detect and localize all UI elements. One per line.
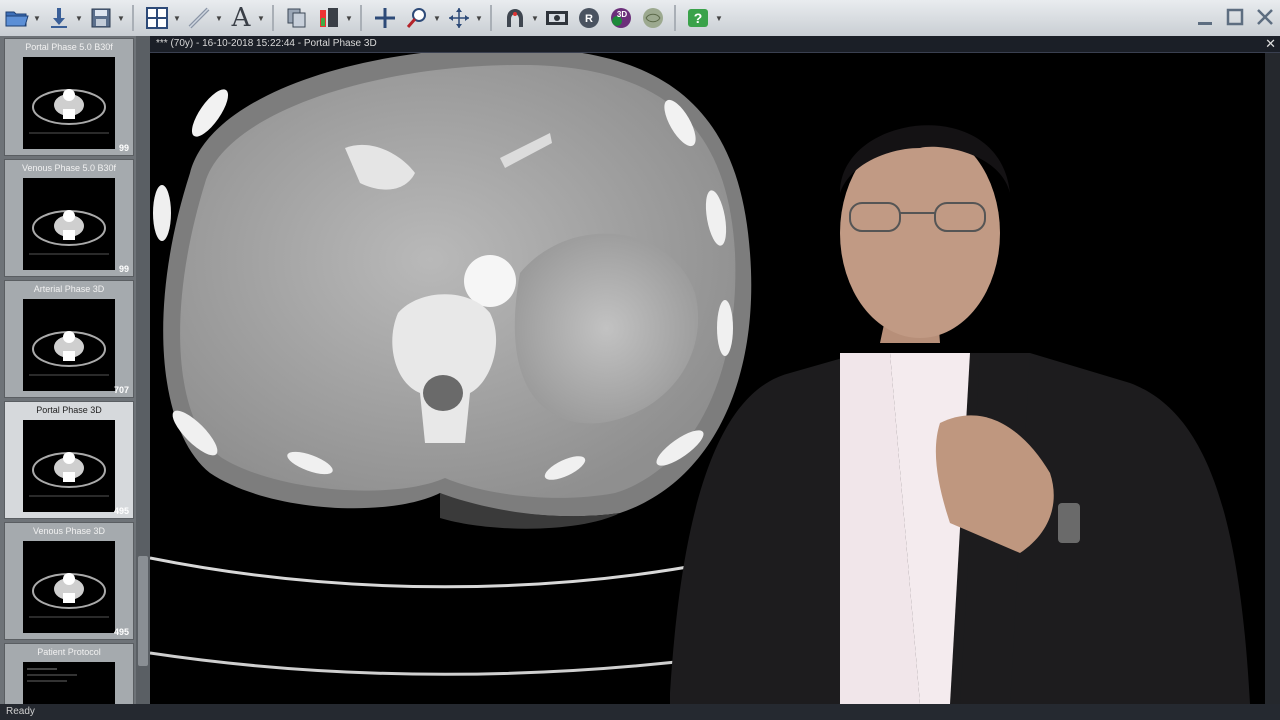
series-label: Arterial Phase 3D (33, 284, 105, 294)
close-icon[interactable] (1250, 0, 1280, 34)
chevron-down-icon[interactable]: ▼ (432, 14, 442, 23)
pan-icon[interactable] (444, 3, 474, 33)
series-thumbnail[interactable]: Patient Protocol (4, 643, 134, 705)
viewer-scrollbar[interactable] (1265, 53, 1280, 704)
series-thumbnail[interactable]: Portal Phase 5.0 B30f 99 (4, 38, 134, 156)
image-count: 707 (113, 385, 129, 395)
series-thumbnail[interactable]: Venous Phase 5.0 B30f 99 (4, 159, 134, 277)
chevron-down-icon[interactable]: ▼ (530, 14, 540, 23)
3d-icon[interactable]: 3D (606, 3, 636, 33)
status-bar: Ready (0, 704, 1280, 720)
series-preview-image (23, 178, 115, 270)
download-icon[interactable] (44, 3, 74, 33)
help-icon[interactable]: ? (684, 3, 714, 33)
series-label: Patient Protocol (37, 647, 101, 657)
copy-icon[interactable] (282, 3, 312, 33)
image-count: 495 (113, 627, 129, 637)
ct-scan-image (150, 53, 1250, 704)
toolbar-divider (674, 5, 676, 31)
chevron-down-icon[interactable]: ▼ (74, 14, 84, 23)
toolbar-divider (272, 5, 274, 31)
toolbar: ▼ ▼ ▼ ▼ ▼ A ▼ ▼ ▼ ▼ ▼ R 3D ? ▼ (0, 0, 1280, 37)
image-count: 495 (113, 506, 129, 516)
series-preview-image (23, 541, 115, 633)
series-label: Portal Phase 5.0 B30f (25, 42, 113, 52)
maximize-icon[interactable] (1220, 0, 1250, 34)
save-icon[interactable] (86, 3, 116, 33)
status-text: Ready (6, 706, 35, 717)
measure-icon[interactable] (184, 3, 214, 33)
crosshair-icon[interactable] (370, 3, 400, 33)
series-thumbnail[interactable]: Arterial Phase 3D 707 (4, 280, 134, 398)
series-preview-image (23, 420, 115, 512)
svg-text:R: R (585, 13, 593, 25)
series-preview-image (23, 57, 115, 149)
window-controls (1190, 0, 1280, 36)
series-label: Portal Phase 3D (36, 405, 102, 415)
r-icon[interactable]: R (574, 3, 604, 33)
layout-grid-icon[interactable] (142, 3, 172, 33)
chevron-down-icon[interactable]: ▼ (116, 14, 126, 23)
text-annotation-icon[interactable]: A (226, 3, 256, 33)
chevron-down-icon[interactable]: ▼ (474, 14, 484, 23)
series-thumbnail[interactable]: Venous Phase 3D 495 (4, 522, 134, 640)
open-folder-icon[interactable] (2, 3, 32, 33)
svg-text:?: ? (694, 10, 703, 26)
sidebar-scrollbar[interactable] (136, 36, 150, 704)
viewer-header: *** (70y) - 16-10-2018 15:22:44 - Portal… (150, 36, 1280, 53)
mpr-icon[interactable] (500, 3, 530, 33)
series-sidebar: Portal Phase 5.0 B30f 99 Venous Phase 5.… (0, 36, 150, 705)
image-count: 99 (118, 264, 129, 274)
chevron-down-icon[interactable]: ▼ (32, 14, 42, 23)
zoom-icon[interactable] (402, 3, 432, 33)
globe-icon[interactable] (638, 3, 668, 33)
minimize-icon[interactable] (1190, 0, 1220, 34)
window-level-icon[interactable] (314, 3, 344, 33)
screenshot-icon[interactable] (542, 3, 572, 33)
chevron-down-icon[interactable]: ▼ (714, 14, 724, 23)
series-label: Venous Phase 3D (32, 526, 106, 536)
image-viewport[interactable] (150, 53, 1265, 704)
toolbar-divider (360, 5, 362, 31)
chevron-down-icon[interactable]: ▼ (256, 14, 266, 23)
svg-text:3D: 3D (617, 10, 627, 19)
series-preview-image (23, 299, 115, 391)
viewer-title: *** (70y) - 16-10-2018 15:22:44 - Portal… (156, 38, 377, 49)
series-thumbnail-selected[interactable]: Portal Phase 3D 495 (4, 401, 134, 519)
protocol-preview-image (23, 662, 115, 704)
viewer-close-icon[interactable]: ✕ (1265, 36, 1276, 52)
chevron-down-icon[interactable]: ▼ (172, 14, 182, 23)
scrollbar-thumb[interactable] (138, 556, 148, 666)
toolbar-divider (490, 5, 492, 31)
series-label: Venous Phase 5.0 B30f (21, 163, 117, 173)
chevron-down-icon[interactable]: ▼ (214, 14, 224, 23)
presenter-silhouette (670, 125, 1250, 704)
chevron-down-icon[interactable]: ▼ (344, 14, 354, 23)
toolbar-divider (132, 5, 134, 31)
image-count: 99 (118, 143, 129, 153)
